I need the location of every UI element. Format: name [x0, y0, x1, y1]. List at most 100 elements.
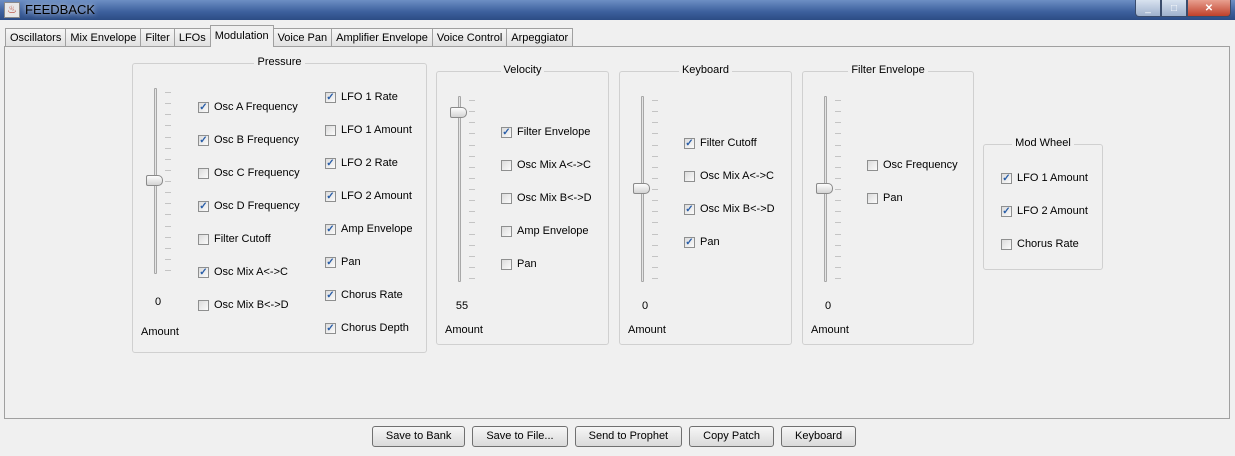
checkbox-box[interactable]: ✓	[684, 203, 695, 215]
keyboard-value: 0	[641, 300, 649, 312]
pressure-right-checkbox-2[interactable]: ✓ LFO 2 Rate	[325, 157, 398, 169]
checkbox-box[interactable]	[325, 124, 336, 136]
filter-envelope-slider-thumb[interactable]	[816, 183, 833, 194]
modulation-panel: Pressure 0 Amount ✓ Osc A Frequency ✓ Osc B…	[4, 46, 1230, 419]
checkbox-box[interactable]	[198, 167, 209, 179]
filter-envelope-title: Filter Envelope	[848, 64, 928, 76]
tab-mix-envelope[interactable]: Mix Envelope	[65, 28, 142, 47]
checkbox-label: Filter Cutoff	[700, 137, 757, 149]
mod-wheel-checkbox-2[interactable]: Chorus Rate	[1001, 238, 1079, 250]
checkbox-box[interactable]: ✓	[198, 101, 209, 113]
tab-amplifier-envelope[interactable]: Amplifier Envelope	[331, 28, 433, 47]
checkbox-box[interactable]: ✓	[198, 134, 209, 146]
checkbox-label: Pan	[341, 256, 361, 268]
maximize-button[interactable]: □	[1161, 0, 1187, 17]
checkbox-box[interactable]: ✓	[1001, 205, 1012, 217]
checkbox-box[interactable]: ✓	[325, 157, 336, 169]
checkbox-box[interactable]: ✓	[1001, 172, 1012, 184]
pressure-left-checkbox-0[interactable]: ✓ Osc A Frequency	[198, 101, 298, 113]
tab-voice-pan[interactable]: Voice Pan	[272, 28, 333, 47]
velocity-checkbox-1[interactable]: Osc Mix A<->C	[501, 159, 591, 171]
pressure-right-checkbox-7[interactable]: ✓ Chorus Depth	[325, 322, 409, 334]
keyboard-slider-thumb[interactable]	[633, 183, 650, 194]
checkbox-box[interactable]: ✓	[325, 91, 336, 103]
pressure-left-checkbox-1[interactable]: ✓ Osc B Frequency	[198, 134, 299, 146]
checkbox-box[interactable]	[867, 159, 878, 171]
checkbox-box[interactable]: ✓	[501, 126, 512, 138]
pressure-right-checkbox-1[interactable]: LFO 1 Amount	[325, 124, 412, 136]
tab-lfos[interactable]: LFOs	[173, 28, 211, 47]
velocity-checkbox-4[interactable]: Pan	[501, 258, 537, 270]
checkbox-box[interactable]	[867, 192, 878, 204]
checkbox-box[interactable]	[1001, 238, 1012, 250]
filter-envelope-checkbox-1[interactable]: Pan	[867, 192, 903, 204]
mod-wheel-group: Mod Wheel ✓ LFO 1 Amount ✓ LFO 2 Amount Chor…	[983, 137, 1103, 270]
velocity-checkbox-0[interactable]: ✓ Filter Envelope	[501, 126, 590, 138]
copy-patch-button[interactable]: Copy Patch	[689, 426, 774, 447]
velocity-checkbox-3[interactable]: Amp Envelope	[501, 225, 589, 237]
checkbox-box[interactable]: ✓	[684, 236, 695, 248]
checkbox-box[interactable]	[501, 225, 512, 237]
close-button[interactable]: ✕	[1187, 0, 1231, 17]
filter-envelope-value: 0	[824, 300, 832, 312]
checkbox-box[interactable]	[501, 258, 512, 270]
pressure-left-checkbox-5[interactable]: ✓ Osc Mix A<->C	[198, 266, 288, 278]
pressure-left-checkbox-6[interactable]: Osc Mix B<->D	[198, 299, 289, 311]
pressure-slider[interactable]	[145, 88, 171, 274]
checkbox-label: Osc Mix B<->D	[517, 192, 592, 204]
pressure-slider-thumb[interactable]	[146, 175, 163, 186]
checkbox-box[interactable]: ✓	[198, 200, 209, 212]
keyboard-checkbox-1[interactable]: Osc Mix A<->C	[684, 170, 774, 182]
tab-bar: Oscillators Mix Envelope Filter LFOs Mod…	[5, 25, 574, 47]
checkbox-label: LFO 1 Rate	[341, 91, 398, 103]
save-to-bank-button[interactable]: Save to Bank	[371, 426, 466, 447]
minimize-button[interactable]: _	[1135, 0, 1161, 17]
checkbox-box[interactable]	[198, 299, 209, 311]
tab-arpeggiator[interactable]: Arpeggiator	[506, 28, 574, 47]
checkbox-box[interactable]	[501, 159, 512, 171]
mod-wheel-checkbox-0[interactable]: ✓ LFO 1 Amount	[1001, 172, 1088, 184]
button-bar: Save to Bank Save to File... Send to Pro…	[0, 425, 1235, 449]
tab-oscillators[interactable]: Oscillators	[5, 28, 67, 47]
checkbox-label: Filter Envelope	[517, 126, 591, 138]
pressure-left-checkbox-2[interactable]: Osc C Frequency	[198, 167, 300, 179]
send-to-prophet-button[interactable]: Send to Prophet	[574, 426, 683, 447]
checkbox-box[interactable]: ✓	[325, 256, 336, 268]
filter-envelope-checkbox-0[interactable]: Osc Frequency	[867, 159, 958, 171]
velocity-slider[interactable]	[449, 96, 475, 282]
keyboard-button[interactable]: Keyboard	[781, 426, 857, 447]
tab-modulation[interactable]: Modulation	[209, 25, 274, 47]
velocity-checkbox-2[interactable]: Osc Mix B<->D	[501, 192, 592, 204]
checkbox-box[interactable]: ✓	[684, 137, 695, 149]
tab-filter[interactable]: Filter	[140, 28, 175, 47]
velocity-amount-label: Amount	[445, 324, 483, 336]
checkbox-box[interactable]	[501, 192, 512, 204]
keyboard-slider[interactable]	[632, 96, 658, 282]
velocity-title: Velocity	[500, 64, 545, 76]
pressure-right-checkbox-3[interactable]: ✓ LFO 2 Amount	[325, 190, 412, 202]
checkbox-box[interactable]	[198, 233, 209, 245]
checkbox-label: Osc Mix B<->D	[214, 299, 289, 311]
tab-voice-control[interactable]: Voice Control	[431, 28, 508, 47]
pressure-right-checkbox-4[interactable]: ✓ Amp Envelope	[325, 223, 413, 235]
checkbox-box[interactable]: ✓	[325, 289, 336, 301]
keyboard-checkbox-0[interactable]: ✓ Filter Cutoff	[684, 137, 757, 149]
checkbox-box[interactable]: ✓	[325, 190, 336, 202]
pressure-right-checkbox-5[interactable]: ✓ Pan	[325, 256, 361, 268]
checkbox-box[interactable]: ✓	[325, 223, 336, 235]
keyboard-checkbox-3[interactable]: ✓ Pan	[684, 236, 720, 248]
filter-envelope-slider[interactable]	[815, 96, 841, 282]
save-to-file-button[interactable]: Save to File...	[472, 426, 568, 447]
pressure-right-checkbox-6[interactable]: ✓ Chorus Rate	[325, 289, 403, 301]
checkbox-label: LFO 2 Amount	[341, 190, 412, 202]
velocity-slider-thumb[interactable]	[450, 107, 467, 118]
mod-wheel-checkbox-1[interactable]: ✓ LFO 2 Amount	[1001, 205, 1088, 217]
pressure-left-checkbox-4[interactable]: Filter Cutoff	[198, 233, 271, 245]
checkbox-box[interactable]	[684, 170, 695, 182]
pressure-right-checkbox-0[interactable]: ✓ LFO 1 Rate	[325, 91, 398, 103]
checkbox-box[interactable]: ✓	[325, 322, 336, 334]
keyboard-checkbox-2[interactable]: ✓ Osc Mix B<->D	[684, 203, 775, 215]
pressure-left-checkbox-3[interactable]: ✓ Osc D Frequency	[198, 200, 300, 212]
checkbox-label: Osc C Frequency	[214, 167, 300, 179]
checkbox-box[interactable]: ✓	[198, 266, 209, 278]
